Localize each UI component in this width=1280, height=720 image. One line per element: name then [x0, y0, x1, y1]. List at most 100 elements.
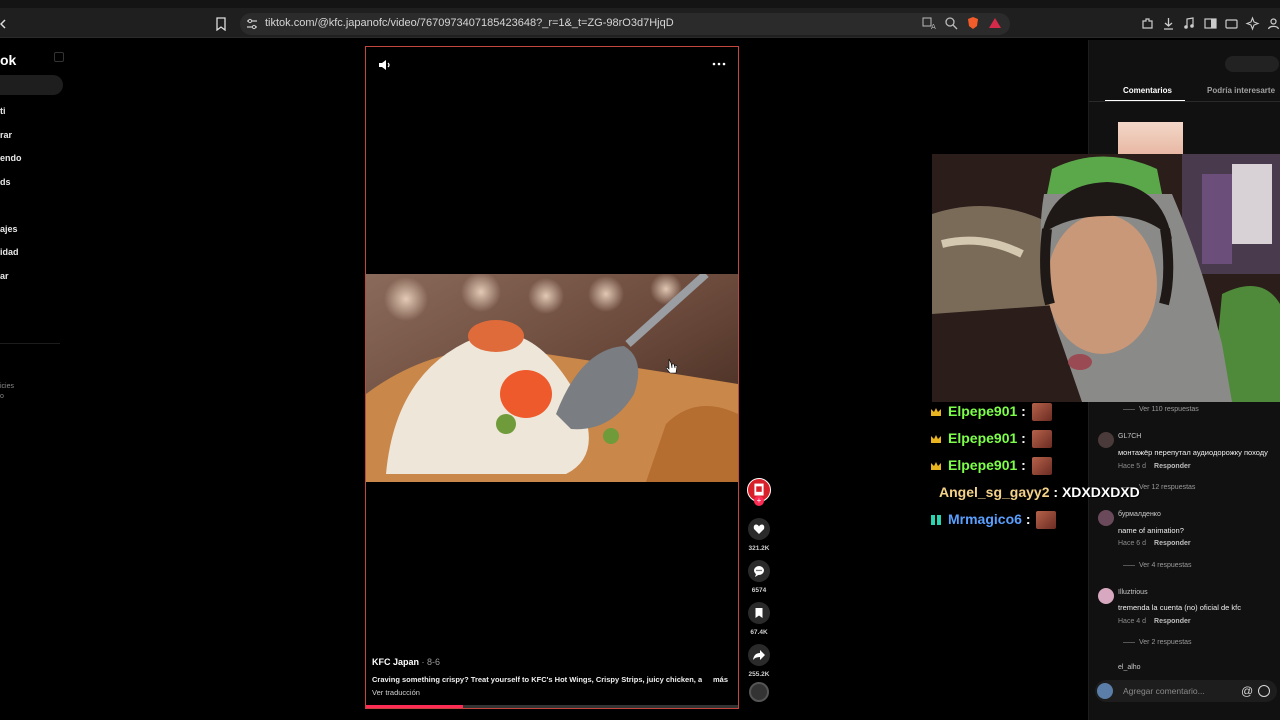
share-count: 255.2K	[748, 671, 770, 678]
chat-separator: :	[1021, 457, 1026, 473]
see-translation-button[interactable]: Ver traducción	[372, 688, 420, 697]
sidebar-divider	[0, 343, 60, 344]
view-replies-button[interactable]: Ver 4 respuestas	[1123, 562, 1192, 569]
commenter-avatar[interactable]	[1098, 588, 1114, 604]
leo-ai-icon[interactable]	[1245, 16, 1260, 31]
chat-message: Elpepe901 :	[930, 430, 1052, 449]
chat-separator: :	[1021, 403, 1026, 419]
chat-text: XDXDXDXD	[1061, 484, 1140, 500]
sidebar-item-6[interactable]: ar	[0, 271, 9, 281]
caption-more-button[interactable]: más	[713, 675, 728, 684]
add-comment-input[interactable]: Agregar comentario... @	[1095, 680, 1277, 702]
sidebar-item-3[interactable]: ds	[0, 177, 11, 187]
commenter-name[interactable]: GL7CH	[1118, 433, 1141, 440]
comment-text: монтажёр перепутал аудиодорожку походу	[1118, 448, 1268, 457]
save-count: 67.4K	[750, 629, 768, 636]
comment-text: name of animation?	[1118, 526, 1184, 535]
commenter-avatar[interactable]	[1098, 432, 1114, 448]
video-caption: Craving something crispy? Treat yourself…	[372, 675, 702, 684]
comment-count: 6574	[751, 587, 767, 594]
media-icon[interactable]	[1182, 16, 1197, 31]
save-button[interactable]	[748, 602, 770, 624]
download-icon[interactable]	[1161, 16, 1176, 31]
emote-icon	[1036, 511, 1057, 530]
commenter-name[interactable]: бурмалденко	[1118, 511, 1161, 518]
tiktok-sidebar: ok ti rar endo ds ajes idad ar icies o	[0, 40, 70, 720]
sidebar-footer-0[interactable]: icies	[0, 383, 14, 390]
profile-icon[interactable]	[1266, 16, 1280, 31]
panel-controls[interactable]	[1225, 56, 1279, 72]
post-date: · 8-6	[421, 657, 441, 667]
emote-icon	[1031, 430, 1052, 449]
comment-meta: Hace 5 d Responder	[1118, 463, 1191, 470]
sidebar-item-0[interactable]: ti	[0, 106, 6, 116]
chat-message: Angel_sg_gayy2 : XDXDXDXD	[939, 484, 1140, 500]
wallet-icon[interactable]	[1224, 16, 1239, 31]
extensions-icon[interactable]	[1140, 16, 1155, 31]
browser-toolbar: tiktok.com/@kfc.japanofc/video/767097340…	[0, 0, 1280, 38]
share-arrow-icon	[753, 650, 765, 660]
crown-icon	[931, 435, 941, 444]
tab-divider	[1089, 101, 1280, 102]
author-name[interactable]: KFC Japan	[372, 657, 419, 667]
view-replies-button[interactable]: Ver 2 respuestas	[1123, 639, 1192, 646]
my-avatar	[1097, 683, 1113, 699]
follow-plus-icon[interactable]: +	[754, 496, 764, 506]
tiktok-logo[interactable]: ok	[0, 52, 16, 68]
commenter-name[interactable]: el_alho	[1118, 664, 1141, 671]
collapse-sidebar-button[interactable]	[54, 52, 64, 62]
comment-placeholder[interactable]: Agregar comentario...	[1123, 686, 1205, 696]
tab-might-interest[interactable]: Podría interesarte	[1207, 86, 1275, 95]
video-progress-fill	[366, 705, 463, 708]
video-progress-bar[interactable]	[366, 705, 738, 708]
comment-button[interactable]	[748, 560, 770, 582]
back-arrow-icon[interactable]	[0, 17, 6, 31]
music-disc-icon[interactable]	[749, 682, 769, 702]
zoom-icon[interactable]	[944, 16, 958, 30]
chat-username: Elpepe901	[948, 430, 1018, 446]
view-replies-top[interactable]: Ver 110 respuestas	[1123, 406, 1199, 413]
sidebar-search[interactable]	[0, 75, 63, 95]
commenter-avatar[interactable]	[1098, 510, 1114, 526]
address-bar[interactable]: tiktok.com/@kfc.japanofc/video/767097340…	[240, 13, 1010, 35]
site-settings-icon[interactable]	[246, 18, 258, 30]
comment-meta: Hace 4 d Responder	[1118, 618, 1191, 625]
rewards-icon[interactable]	[988, 16, 1002, 30]
more-options-icon[interactable]	[712, 61, 726, 67]
sidebar-item-4[interactable]: ajes	[0, 224, 18, 234]
chat-separator: :	[1025, 511, 1031, 527]
bookmark-save-icon	[755, 608, 763, 618]
emote-icon	[1031, 457, 1052, 476]
sidebar-item-2[interactable]: endo	[0, 153, 22, 163]
heart-icon	[753, 524, 765, 534]
volume-icon[interactable]	[378, 59, 392, 71]
crown-icon	[931, 408, 941, 417]
sidebar-footer-1[interactable]: o	[0, 393, 4, 400]
commenter-name[interactable]: Illuztrious	[1118, 589, 1148, 596]
reply-button[interactable]: Responder	[1154, 463, 1191, 470]
emote-icon	[1031, 403, 1052, 422]
video-author[interactable]: KFC Japan · 8-6	[372, 657, 440, 667]
brave-shield-icon[interactable]	[966, 16, 980, 30]
like-button[interactable]	[748, 518, 770, 540]
sidebar-toggle-icon[interactable]	[1203, 16, 1218, 31]
reply-button[interactable]: Responder	[1154, 540, 1191, 547]
chat-username: Mrmagico6	[948, 511, 1022, 527]
share-button[interactable]	[748, 644, 770, 666]
reply-button[interactable]: Responder	[1154, 618, 1191, 625]
chat-username: Angel_sg_gayy2	[939, 484, 1050, 500]
tab-comments[interactable]: Comentarios	[1123, 86, 1172, 95]
video-player[interactable]: KFC Japan · 8-6 Craving something crispy…	[365, 46, 739, 709]
sidebar-item-1[interactable]: rar	[0, 130, 12, 140]
streamer-webcam	[932, 154, 1280, 402]
translate-icon[interactable]: A	[922, 16, 936, 31]
bookmark-icon[interactable]	[215, 17, 227, 31]
emoji-icon[interactable]	[1258, 685, 1270, 697]
sidebar-item-5[interactable]: idad	[0, 247, 19, 257]
tab-strip[interactable]	[0, 0, 1280, 8]
url-text[interactable]: tiktok.com/@kfc.japanofc/video/767097340…	[265, 17, 674, 29]
mention-icon[interactable]: @	[1241, 684, 1253, 698]
chat-message: Elpepe901 :	[930, 457, 1052, 476]
crown-icon	[931, 462, 941, 471]
comment-sticker-image	[1118, 122, 1183, 154]
